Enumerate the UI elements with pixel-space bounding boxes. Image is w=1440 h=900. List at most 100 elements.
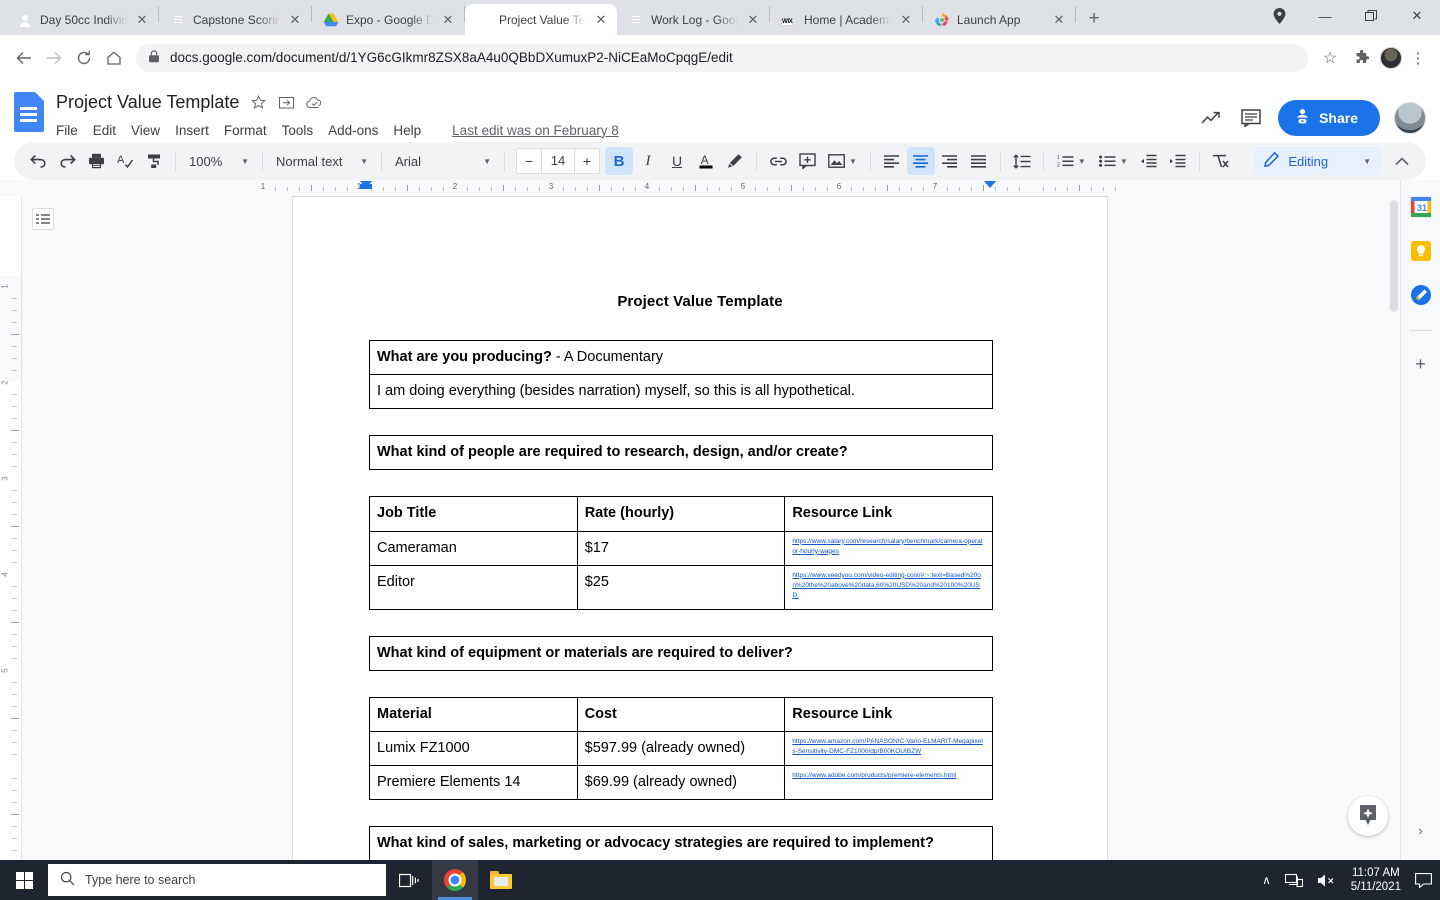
file-explorer-taskbar-icon[interactable] bbox=[478, 860, 524, 900]
menu-insert[interactable]: Insert bbox=[175, 123, 209, 138]
chrome-taskbar-icon[interactable] bbox=[432, 860, 478, 900]
extensions-icon[interactable] bbox=[1348, 44, 1376, 72]
show-hidden-icons-button[interactable]: ∧ bbox=[1262, 873, 1270, 887]
paint-format-icon[interactable] bbox=[140, 147, 168, 175]
increase-indent-button[interactable] bbox=[1164, 147, 1192, 175]
highlight-color-button[interactable] bbox=[721, 147, 749, 175]
close-icon[interactable]: ✕ bbox=[898, 12, 914, 28]
paragraph-style-select[interactable]: Normal text ▼ bbox=[270, 147, 374, 175]
menu-addons[interactable]: Add-ons bbox=[328, 123, 378, 138]
add-app-button[interactable]: + bbox=[1415, 355, 1426, 373]
browser-tab-2[interactable]: Expo - Google Drive ✕ bbox=[312, 4, 464, 35]
resource-link[interactable]: https://www.adobe.com/products/premiere-… bbox=[792, 771, 985, 781]
undo-icon[interactable] bbox=[24, 147, 52, 175]
print-icon[interactable] bbox=[82, 147, 110, 175]
font-size-decrease-button[interactable]: − bbox=[517, 153, 541, 169]
zoom-select[interactable]: 100% ▼ bbox=[183, 147, 255, 175]
browser-tab-6[interactable]: Launch App ✕ bbox=[923, 4, 1075, 35]
spell-check-icon[interactable]: A bbox=[111, 147, 139, 175]
right-indent-marker[interactable] bbox=[984, 181, 996, 188]
clear-formatting-button[interactable] bbox=[1207, 147, 1235, 175]
explore-button[interactable] bbox=[1348, 796, 1388, 836]
font-size-increase-button[interactable]: + bbox=[575, 153, 599, 169]
task-view-button[interactable] bbox=[386, 860, 432, 900]
close-icon[interactable]: ✕ bbox=[593, 12, 609, 28]
browser-tab-5[interactable]: WIX Home | Academia L ✕ bbox=[770, 4, 922, 35]
close-icon[interactable]: ✕ bbox=[745, 12, 761, 28]
browser-tab-4[interactable]: Work Log - Google ✕ bbox=[617, 4, 769, 35]
network-icon[interactable] bbox=[1284, 873, 1303, 888]
account-avatar[interactable] bbox=[1394, 102, 1426, 134]
close-icon[interactable]: ✕ bbox=[440, 12, 456, 28]
move-to-folder-icon[interactable] bbox=[277, 93, 295, 111]
menu-edit[interactable]: Edit bbox=[93, 123, 116, 138]
maximize-button[interactable] bbox=[1348, 0, 1394, 32]
horizontal-ruler[interactable]: 11234567 bbox=[14, 180, 1440, 196]
italic-button[interactable]: I bbox=[634, 147, 662, 175]
close-icon[interactable]: ✕ bbox=[134, 12, 150, 28]
google-docs-logo-icon[interactable] bbox=[14, 92, 50, 136]
font-size-value[interactable]: 14 bbox=[541, 149, 575, 173]
new-tab-button[interactable]: + bbox=[1080, 5, 1108, 33]
underline-button[interactable]: U bbox=[663, 147, 691, 175]
google-calendar-icon[interactable]: 31 bbox=[1410, 196, 1432, 218]
editing-mode-button[interactable]: Editing ▼ bbox=[1254, 147, 1381, 175]
minimize-button[interactable]: — bbox=[1302, 0, 1348, 32]
profile-avatar[interactable] bbox=[1380, 46, 1402, 69]
back-icon[interactable] bbox=[10, 44, 38, 72]
justify-button[interactable] bbox=[965, 147, 993, 175]
activity-dashboard-icon[interactable] bbox=[1198, 105, 1224, 131]
font-size-stepper[interactable]: − 14 + bbox=[516, 148, 600, 174]
menu-tools[interactable]: Tools bbox=[282, 123, 314, 138]
bold-button[interactable]: B bbox=[605, 147, 633, 175]
menu-file[interactable]: File bbox=[56, 123, 78, 138]
text-color-button[interactable]: A bbox=[692, 147, 720, 175]
document-scrollbar[interactable] bbox=[1388, 196, 1400, 860]
redo-icon[interactable] bbox=[53, 147, 81, 175]
reload-icon[interactable] bbox=[70, 44, 98, 72]
align-right-button[interactable] bbox=[936, 147, 964, 175]
location-pin-icon[interactable] bbox=[1256, 0, 1302, 32]
action-center-icon[interactable] bbox=[1415, 872, 1432, 888]
insert-image-button[interactable]: ▼ bbox=[822, 147, 863, 175]
close-icon[interactable]: ✕ bbox=[287, 12, 303, 28]
taskbar-clock[interactable]: 11:07 AM 5/11/2021 bbox=[1351, 866, 1401, 895]
menu-help[interactable]: Help bbox=[393, 123, 421, 138]
address-bar[interactable]: docs.google.com/document/d/1YG6cGIkmr8ZS… bbox=[136, 43, 1308, 72]
browser-tab-0[interactable]: Day 50cc Individual ✕ bbox=[6, 4, 158, 35]
browser-tab-3-active[interactable]: Project Value Temp ✕ bbox=[465, 4, 617, 35]
browser-tab-1[interactable]: Capstone Scoring G ✕ bbox=[159, 4, 311, 35]
taskbar-search-box[interactable]: Type here to search bbox=[48, 864, 386, 896]
align-left-button[interactable] bbox=[878, 147, 906, 175]
expand-side-panel-button[interactable]: › bbox=[1418, 823, 1422, 838]
document-title[interactable]: Project Value Template bbox=[56, 92, 239, 113]
google-keep-icon[interactable] bbox=[1410, 240, 1432, 262]
resource-link[interactable]: https://www.veedyou.com/video-editing-co… bbox=[792, 571, 985, 601]
add-comment-icon[interactable] bbox=[793, 147, 821, 175]
comment-history-icon[interactable] bbox=[1238, 105, 1264, 131]
numbered-list-button[interactable]: 1 2 ▼ bbox=[1051, 147, 1092, 175]
menu-view[interactable]: View bbox=[131, 123, 160, 138]
share-button[interactable]: Share bbox=[1278, 100, 1380, 136]
start-button[interactable] bbox=[0, 860, 48, 900]
close-window-button[interactable]: ✕ bbox=[1394, 0, 1440, 32]
cloud-saved-icon[interactable] bbox=[305, 93, 323, 111]
bulleted-list-button[interactable]: ▼ bbox=[1093, 147, 1134, 175]
line-spacing-button[interactable] bbox=[1008, 147, 1036, 175]
resource-link[interactable]: https://www.salary.com/research/salary/b… bbox=[792, 537, 985, 557]
left-indent-marker[interactable] bbox=[360, 181, 372, 189]
font-select[interactable]: Arial ▼ bbox=[389, 147, 497, 175]
forward-icon[interactable] bbox=[40, 44, 68, 72]
resource-link[interactable]: https://www.amazon.com/PANASONIC-Vario-E… bbox=[792, 737, 985, 757]
close-icon[interactable]: ✕ bbox=[1051, 12, 1067, 28]
star-icon[interactable] bbox=[249, 93, 267, 111]
bookmark-star-icon[interactable]: ☆ bbox=[1316, 44, 1344, 72]
scrollbar-thumb[interactable] bbox=[1390, 200, 1398, 312]
align-center-button[interactable] bbox=[906, 147, 935, 175]
collapse-toolbar-icon[interactable] bbox=[1388, 156, 1416, 166]
insert-link-icon[interactable] bbox=[764, 147, 792, 175]
chrome-menu-icon[interactable]: ⋮ bbox=[1406, 44, 1430, 72]
document-page[interactable]: Project Value Template What are you prod… bbox=[292, 196, 1108, 860]
home-icon[interactable] bbox=[100, 44, 128, 72]
google-tasks-icon[interactable] bbox=[1410, 284, 1432, 306]
